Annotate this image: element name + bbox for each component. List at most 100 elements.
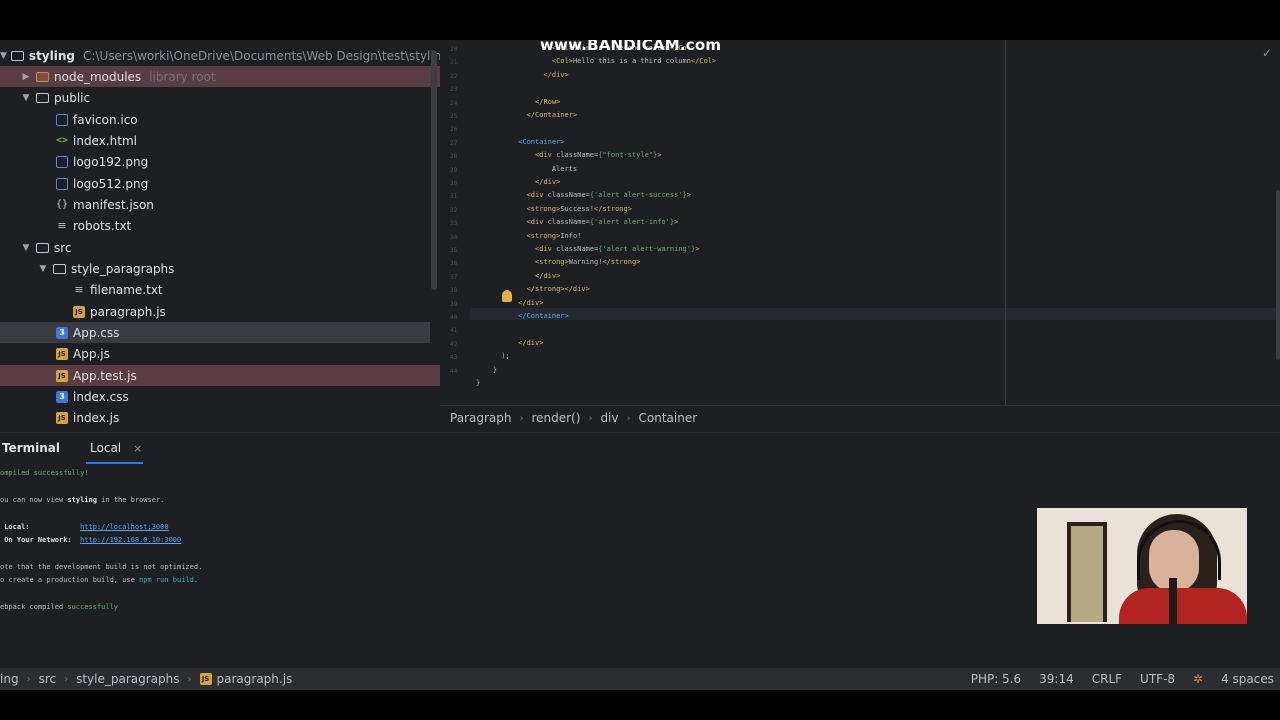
code-line[interactable]: </strong></div>: [476, 285, 590, 293]
tree-item-robots[interactable]: ≡ robots.txt: [0, 215, 440, 236]
file-encoding[interactable]: UTF-8: [1140, 672, 1175, 686]
php-version[interactable]: PHP: 5.6: [971, 672, 1021, 686]
code-token: className=: [556, 245, 599, 253]
tree-item-label: paragraph.js: [90, 304, 166, 319]
code-editor[interactable]: 20 21 22 23 24 25 26 27 28 29 30 31 32 33 34 35 36 37 38 39…: [440, 40, 1280, 405]
code-line[interactable]: <Col>Hello this is a third column</Col>: [476, 57, 716, 65]
code-line[interactable]: <strong>Info!: [476, 231, 582, 240]
code-token: <div: [535, 245, 557, 253]
status-path-item[interactable]: src: [39, 672, 57, 686]
code-line[interactable]: }: [476, 379, 480, 387]
terminal-command: npm run build: [139, 576, 194, 584]
terminal-tabs: Terminal Local ×: [0, 433, 1280, 464]
status-path-item[interactable]: paragraph.js: [217, 672, 293, 686]
terminal-line: o create a production build, use npm run…: [0, 576, 198, 584]
tree-item-public[interactable]: ▼ public: [0, 87, 440, 108]
code-token: <div: [526, 218, 548, 227]
tree-item-node-modules[interactable]: ▶ node_modules library root: [0, 66, 440, 87]
code-line[interactable]: <div className={"font-style"}>: [476, 151, 661, 159]
tree-item-logo512[interactable]: logo512.png: [0, 173, 440, 194]
tree-item-label: favicon.ico: [73, 112, 138, 127]
root-name: styling: [28, 48, 75, 63]
root-path: C:\Users\worki\OneDrive\Documents\Web De…: [82, 48, 440, 63]
tree-item-index-html[interactable]: <> index.html: [0, 130, 440, 151]
tree-item-app-test-js[interactable]: JS App.test.js: [0, 365, 440, 386]
code-line[interactable]: <strong>Success!</strong>: [476, 205, 632, 213]
code-line[interactable]: <Container>: [476, 137, 565, 146]
tree-item-src[interactable]: ▼ src: [0, 237, 440, 258]
tree-item-filename-txt[interactable]: ≡ filename.txt: [0, 279, 440, 300]
code-line[interactable]: <div className={'alert alert-info'}>: [476, 218, 679, 227]
tree-item-favicon[interactable]: favicon.ico: [0, 109, 440, 130]
code-line[interactable]: </div>: [476, 71, 568, 79]
line-number: 24: [450, 99, 458, 107]
chevron-down-icon[interactable]: ▼: [20, 243, 32, 253]
line-separator[interactable]: CRLF: [1092, 672, 1122, 686]
local-url-link[interactable]: http://localhost:3000: [80, 523, 169, 531]
tree-scrollbar[interactable]: [431, 50, 437, 290]
code-line[interactable]: </div>: [476, 272, 560, 280]
text-file-icon: ≡: [74, 282, 84, 296]
status-path-item[interactable]: ing: [0, 672, 19, 686]
line-number: 20: [450, 46, 458, 53]
line-number: 31: [450, 193, 458, 201]
ide-window: ▼ styling C:\Users\worki\OneDrive\Docume…: [0, 40, 1280, 690]
bug-icon[interactable]: ✲: [1193, 672, 1203, 686]
code-line[interactable]: <div className={'alert alert-success'}>: [476, 191, 691, 199]
tree-item-index-css[interactable]: 3 index.css: [0, 386, 440, 407]
code-line[interactable]: </div>: [476, 339, 543, 347]
line-number: 36: [450, 260, 458, 268]
line-number: 22: [450, 72, 458, 80]
code-line[interactable]: </div>: [476, 178, 560, 186]
breadcrumb-item[interactable]: div: [600, 411, 618, 425]
tree-item-paragraph-js[interactable]: JS paragraph.js: [0, 301, 440, 322]
tab-local[interactable]: Local ×: [86, 433, 146, 464]
chevron-right-icon[interactable]: ▶: [20, 72, 32, 82]
tree-item-label: node_modules: [54, 69, 142, 84]
tree-item-label: index.css: [73, 389, 129, 404]
terminal-text: .: [193, 576, 199, 584]
code-token: >: [657, 151, 662, 160]
code-token: <Container>: [518, 137, 565, 146]
chevron-down-icon[interactable]: ▼: [20, 93, 32, 103]
chevron-down-icon[interactable]: ▼: [0, 51, 7, 61]
terminal-line: Local: http://localhost:3000: [0, 523, 169, 531]
code-line[interactable]: );: [476, 352, 509, 360]
tree-item-app-css[interactable]: 3 App.css: [0, 322, 430, 343]
tree-item-index-js[interactable]: JS index.js: [0, 407, 440, 428]
tree-item-manifest[interactable]: {} manifest.json: [0, 194, 440, 215]
code-token: <strong>: [526, 231, 561, 240]
status-path-item[interactable]: style_paragraphs: [76, 672, 179, 686]
code-line[interactable]: Alerts: [476, 165, 577, 173]
close-icon[interactable]: ×: [133, 442, 142, 455]
code-line[interactable]: </Row>: [476, 98, 560, 106]
breadcrumb-item[interactable]: render(): [531, 411, 580, 425]
code-line[interactable]: </Container>: [476, 111, 578, 119]
code-line[interactable]: <strong>Warning!</strong>: [476, 258, 640, 266]
code-line[interactable]: }: [476, 366, 497, 374]
breadcrumb-item[interactable]: Container: [639, 411, 698, 425]
line-number: 34: [450, 233, 458, 241]
code-token: }: [492, 365, 498, 374]
code-line[interactable]: <div className={'alert alert-warning'}>: [476, 245, 699, 253]
webcam-overlay: [1037, 508, 1247, 624]
line-number: 38: [450, 287, 458, 295]
network-url-link[interactable]: http://192.168.0.10:3000: [80, 536, 181, 544]
tree-item-logo192[interactable]: logo192.png: [0, 151, 440, 172]
lightbulb-icon[interactable]: [502, 290, 512, 302]
tree-item-app-js[interactable]: JS App.js: [0, 343, 440, 364]
code-line[interactable]: </Container>: [476, 312, 569, 320]
chevron-right-icon: ›: [64, 673, 69, 685]
tree-item-style-paragraphs[interactable]: ▼ style_paragraphs: [0, 258, 440, 279]
breadcrumb-item[interactable]: Paragraph: [450, 411, 511, 425]
terminal-text: o create a production build, use: [0, 576, 140, 584]
editor-scrollbar[interactable]: [1276, 190, 1280, 360]
tree-root[interactable]: ▼ styling C:\Users\worki\OneDrive\Docume…: [0, 45, 440, 66]
chevron-down-icon[interactable]: ▼: [37, 264, 49, 274]
indent-setting[interactable]: 4 spaces: [1221, 672, 1274, 686]
check-icon[interactable]: ✓: [1262, 46, 1272, 60]
cursor-position[interactable]: 39:14: [1039, 672, 1074, 686]
